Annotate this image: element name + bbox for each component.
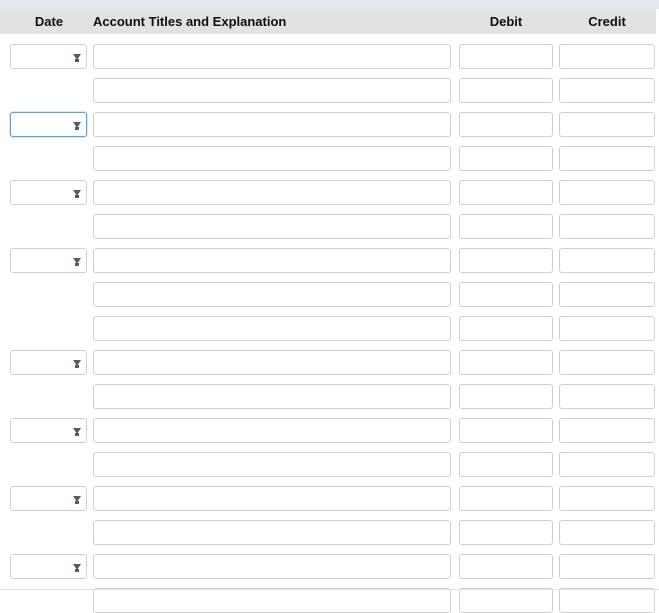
credit-input-3[interactable] <box>559 112 655 137</box>
table-row <box>0 578 659 613</box>
credit-input-10[interactable] <box>559 350 655 375</box>
date-select-14[interactable] <box>10 486 87 511</box>
credit-input-8[interactable] <box>559 282 655 307</box>
column-header-debit: Debit <box>489 14 523 29</box>
column-header-account: Account Titles and Explanation <box>93 14 287 29</box>
date-select-10[interactable] <box>10 350 87 375</box>
debit-input-8[interactable] <box>459 282 553 307</box>
table-row <box>0 544 659 579</box>
chevron-down-icon-stem <box>75 432 79 436</box>
table-row <box>0 306 659 341</box>
debit-input-16[interactable] <box>459 554 553 579</box>
credit-input-13[interactable] <box>559 452 655 477</box>
chevron-down-icon-stem <box>75 58 79 62</box>
debit-input-3[interactable] <box>459 112 553 137</box>
table-row <box>0 340 659 375</box>
table-bottom-divider <box>0 589 659 590</box>
debit-input-11[interactable] <box>459 384 553 409</box>
date-select-16[interactable] <box>10 554 87 579</box>
credit-input-16[interactable] <box>559 554 655 579</box>
credit-input-14[interactable] <box>559 486 655 511</box>
chevron-down-icon-stem <box>75 194 79 198</box>
credit-input-9[interactable] <box>559 316 655 341</box>
credit-input-15[interactable] <box>559 520 655 545</box>
chevron-down-icon-stem <box>75 500 79 504</box>
debit-input-5[interactable] <box>459 180 553 205</box>
credit-input-4[interactable] <box>559 146 655 171</box>
chevron-down-icon-stem <box>75 364 79 368</box>
debit-input-6[interactable] <box>459 214 553 239</box>
journal-entry-form: Date Account Titles and Explanation Debi… <box>0 0 659 613</box>
account-title-input-2[interactable] <box>93 78 451 103</box>
credit-input-6[interactable] <box>559 214 655 239</box>
account-title-input-13[interactable] <box>93 452 451 477</box>
table-row <box>0 272 659 307</box>
account-title-input-10[interactable] <box>93 350 451 375</box>
table-row <box>0 238 659 273</box>
debit-input-4[interactable] <box>459 146 553 171</box>
debit-input-14[interactable] <box>459 486 553 511</box>
account-title-input-15[interactable] <box>93 520 451 545</box>
account-title-input-3[interactable] <box>93 112 451 137</box>
table-row <box>0 102 659 137</box>
table-row <box>0 408 659 443</box>
debit-input-9[interactable] <box>459 316 553 341</box>
debit-input-10[interactable] <box>459 350 553 375</box>
account-title-input-16[interactable] <box>93 554 451 579</box>
date-select-5[interactable] <box>10 180 87 205</box>
table-row <box>0 68 659 103</box>
debit-input-1[interactable] <box>459 44 553 69</box>
debit-input-17[interactable] <box>459 588 553 613</box>
debit-input-12[interactable] <box>459 418 553 443</box>
page-top-band <box>0 0 659 9</box>
account-title-input-6[interactable] <box>93 214 451 239</box>
table-row <box>0 442 659 477</box>
debit-input-7[interactable] <box>459 248 553 273</box>
date-select-1[interactable] <box>10 44 87 69</box>
credit-input-1[interactable] <box>559 44 655 69</box>
credit-input-2[interactable] <box>559 78 655 103</box>
date-select-12[interactable] <box>10 418 87 443</box>
credit-input-5[interactable] <box>559 180 655 205</box>
account-title-input-17[interactable] <box>93 588 451 613</box>
account-title-input-12[interactable] <box>93 418 451 443</box>
table-row <box>0 476 659 511</box>
credit-input-11[interactable] <box>559 384 655 409</box>
account-title-input-11[interactable] <box>93 384 451 409</box>
journal-rows <box>0 34 659 613</box>
credit-input-17[interactable] <box>559 588 655 613</box>
table-row <box>0 136 659 171</box>
credit-input-12[interactable] <box>559 418 655 443</box>
table-row <box>0 170 659 205</box>
table-row <box>0 510 659 545</box>
account-title-input-8[interactable] <box>93 282 451 307</box>
account-title-input-4[interactable] <box>93 146 451 171</box>
chevron-down-icon-stem <box>75 568 79 572</box>
debit-input-2[interactable] <box>459 78 553 103</box>
account-title-input-14[interactable] <box>93 486 451 511</box>
account-title-input-7[interactable] <box>93 248 451 273</box>
credit-input-7[interactable] <box>559 248 655 273</box>
account-title-input-9[interactable] <box>93 316 451 341</box>
date-select-3[interactable] <box>10 112 87 137</box>
account-title-input-5[interactable] <box>93 180 451 205</box>
debit-input-15[interactable] <box>459 520 553 545</box>
table-row <box>0 374 659 409</box>
account-title-input-1[interactable] <box>93 44 451 69</box>
date-select-7[interactable] <box>10 248 87 273</box>
column-header-credit: Credit <box>588 14 626 29</box>
chevron-down-icon-stem <box>75 126 79 130</box>
journal-table-header: Date Account Titles and Explanation Debi… <box>0 9 656 34</box>
column-header-date: Date <box>34 14 64 29</box>
table-row <box>0 34 659 69</box>
debit-input-13[interactable] <box>459 452 553 477</box>
table-row <box>0 204 659 239</box>
chevron-down-icon-stem <box>75 262 79 266</box>
